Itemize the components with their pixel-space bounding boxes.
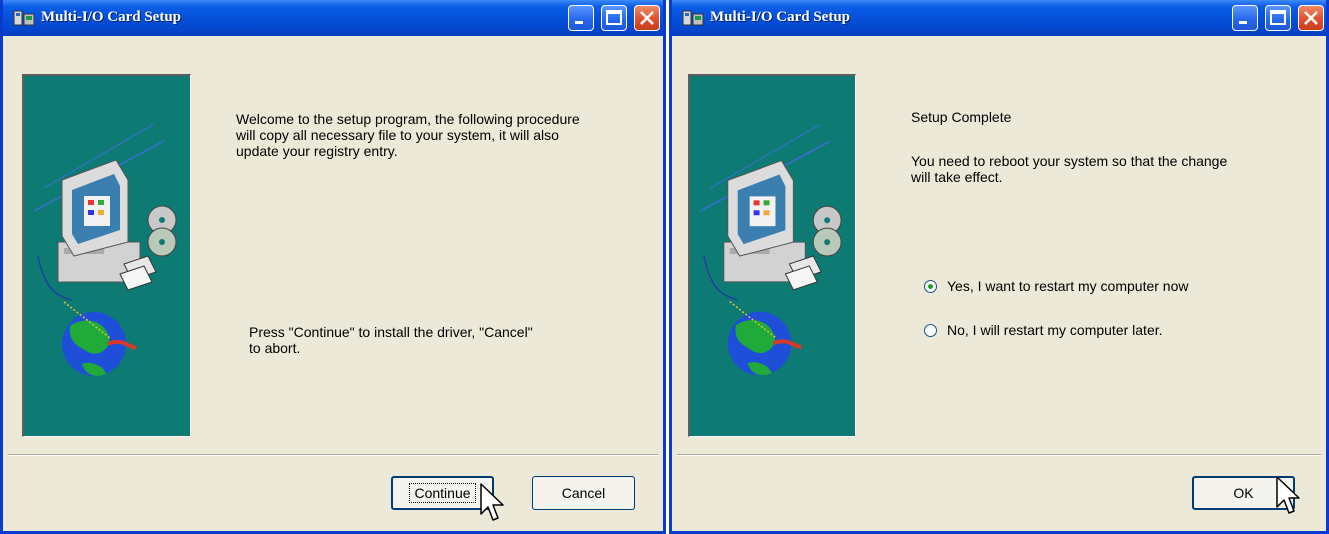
globe-icon xyxy=(62,301,137,376)
setup-illustration xyxy=(22,74,191,437)
dialog-body: Setup Complete You need to reboot your s… xyxy=(672,36,1326,531)
close-button[interactable] xyxy=(1298,5,1324,31)
minimize-icon xyxy=(1239,21,1247,24)
restart-later-option[interactable]: No, I will restart my computer later. xyxy=(924,320,1163,340)
cancel-button[interactable]: Cancel xyxy=(532,476,635,510)
restart-later-label: No, I will restart my computer later. xyxy=(947,322,1163,338)
maximize-icon xyxy=(606,10,622,25)
setup-illustration xyxy=(688,74,856,437)
cd-disc-icon xyxy=(812,205,842,257)
globe-icon xyxy=(727,301,802,376)
minimize-icon xyxy=(575,21,583,24)
close-button[interactable] xyxy=(634,5,660,31)
maximize-button[interactable] xyxy=(601,5,627,31)
welcome-text: Welcome to the setup program, the follow… xyxy=(236,111,580,159)
continue-button-label: Continue xyxy=(409,483,476,503)
setup-complete-heading: Setup Complete xyxy=(911,109,1012,125)
continue-button[interactable]: Continue xyxy=(391,476,494,510)
setup-welcome-window: Multi-I/O Card Setup Welcome to the setu… xyxy=(0,0,666,534)
window-title: Multi-I/O Card Setup xyxy=(41,9,182,25)
dialog-body: Welcome to the setup program, the follow… xyxy=(3,36,663,531)
app-icon xyxy=(682,9,704,27)
separator xyxy=(677,454,1321,456)
window-title: Multi-I/O Card Setup xyxy=(710,9,851,25)
setup-complete-window: Multi-I/O Card Setup Setup Complete You … xyxy=(669,0,1329,534)
instruction-text: Press "Continue" to install the driver, … xyxy=(249,324,533,356)
app-icon xyxy=(13,9,35,27)
restart-now-option[interactable]: Yes, I want to restart my computer now xyxy=(924,276,1188,296)
close-icon xyxy=(640,11,654,25)
title-bar[interactable]: Multi-I/O Card Setup xyxy=(672,0,1326,36)
cd-disc-icon xyxy=(147,205,177,257)
separator xyxy=(8,454,658,456)
minimize-button[interactable] xyxy=(1232,5,1258,31)
minimize-button[interactable] xyxy=(568,5,594,31)
maximize-button[interactable] xyxy=(1265,5,1291,31)
restart-later-radio[interactable] xyxy=(924,323,937,337)
restart-now-radio[interactable] xyxy=(924,279,937,293)
maximize-icon xyxy=(1270,10,1286,25)
close-icon xyxy=(1304,11,1318,25)
title-bar[interactable]: Multi-I/O Card Setup xyxy=(3,0,663,36)
restart-now-label: Yes, I want to restart my computer now xyxy=(947,278,1189,294)
reboot-message: You need to reboot your system so that t… xyxy=(911,153,1228,185)
ok-button[interactable]: OK xyxy=(1192,476,1295,510)
